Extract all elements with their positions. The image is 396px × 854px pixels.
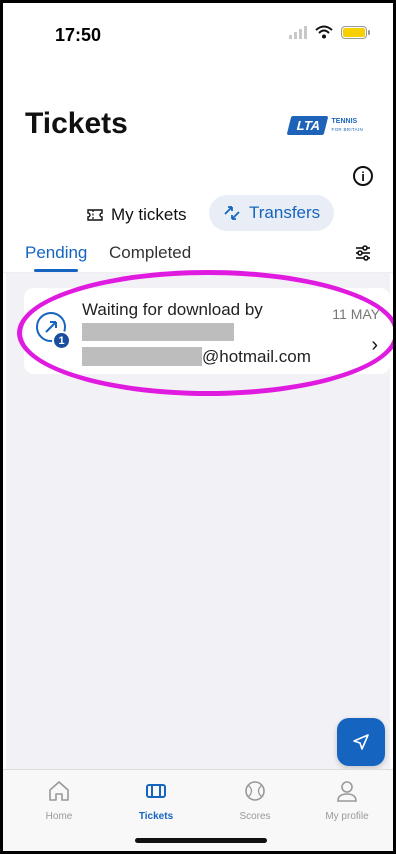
segment-my-tickets-label: My tickets xyxy=(111,205,187,224)
battery-icon xyxy=(341,25,370,39)
annotation-highlight xyxy=(17,270,393,396)
info-icon: i xyxy=(361,168,365,184)
transfer-tabs: Pending Completed xyxy=(3,239,393,273)
tab-completed[interactable]: Completed xyxy=(109,243,191,263)
tabbar-home[interactable]: Home xyxy=(19,780,99,822)
profile-icon xyxy=(337,781,357,802)
logo-badge: LTA xyxy=(286,116,329,135)
home-indicator xyxy=(135,838,267,843)
logo-line2: FOR BRITAIN xyxy=(331,126,363,132)
tabbar-home-label: Home xyxy=(45,811,73,822)
app-screen: 17:50 Tickets LTA TENNIS FOR BRITAIN i M… xyxy=(0,0,396,854)
filter-icon[interactable] xyxy=(353,243,373,263)
status-bar: 17:50 xyxy=(3,3,393,63)
ticket-segment-control: My tickets Transfers xyxy=(3,195,393,235)
tabbar-tickets-label: Tickets xyxy=(138,811,174,822)
wifi-icon xyxy=(315,25,333,39)
send-icon xyxy=(353,734,369,750)
tennis-ball-icon xyxy=(245,781,265,801)
bottom-tab-bar: Home Tickets Scores My profile xyxy=(3,769,393,851)
send-transfer-button[interactable] xyxy=(337,718,385,766)
tabbar-scores[interactable]: Scores xyxy=(215,780,295,822)
tabbar-my-profile[interactable]: My profile xyxy=(307,780,387,822)
tab-pending[interactable]: Pending xyxy=(25,243,87,263)
signal-icon xyxy=(289,25,307,39)
transfer-icon xyxy=(224,206,240,220)
segment-my-tickets[interactable]: My tickets xyxy=(87,198,187,232)
segment-transfers[interactable]: Transfers xyxy=(209,195,335,231)
tabbar-my-profile-label: My profile xyxy=(325,811,369,822)
tabbar-scores-label: Scores xyxy=(239,811,271,822)
page-title: Tickets xyxy=(25,107,128,140)
segment-transfers-label: Transfers xyxy=(249,203,321,222)
logo-text: TENNIS FOR BRITAIN xyxy=(332,118,363,134)
ticket-icon xyxy=(146,784,166,798)
tab-pending-underline xyxy=(34,269,78,272)
lta-logo: LTA TENNIS FOR BRITAIN xyxy=(286,116,363,135)
logo-line1: TENNIS xyxy=(331,117,358,125)
home-icon xyxy=(49,781,69,801)
page-header: Tickets xyxy=(25,107,128,141)
status-time: 17:50 xyxy=(55,25,102,45)
info-button[interactable]: i xyxy=(353,166,373,186)
tabbar-tickets[interactable]: Tickets xyxy=(116,780,196,822)
status-icons xyxy=(289,25,370,39)
ticket-icon xyxy=(87,209,103,221)
